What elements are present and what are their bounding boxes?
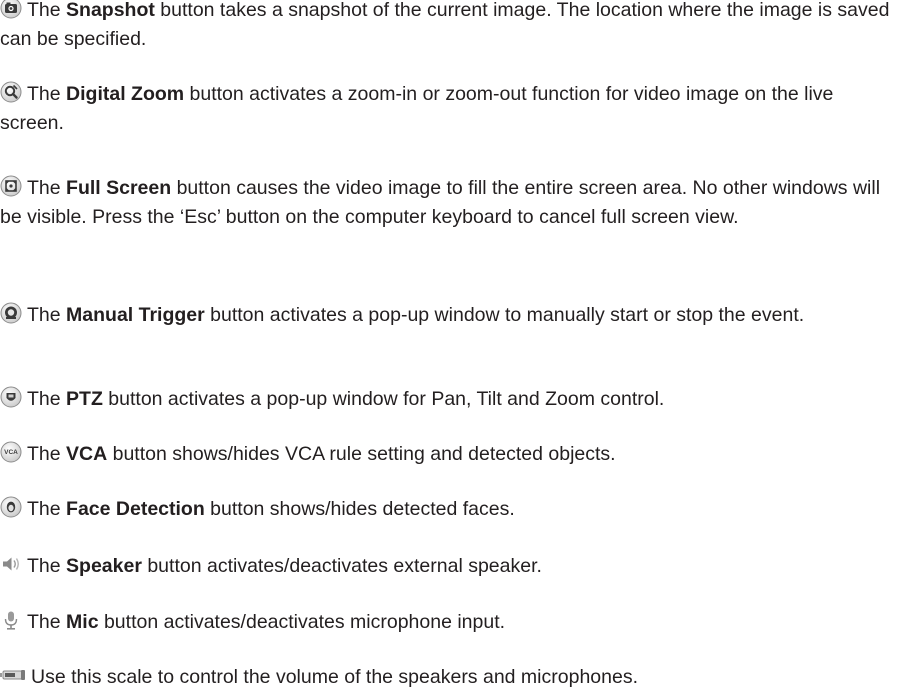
button-name: Full Screen: [66, 177, 172, 199]
manual-trigger-icon: [0, 302, 22, 324]
entry-full-screen: The Full Screen button causes the video …: [0, 175, 881, 228]
button-name: Face Detection: [66, 498, 205, 520]
entry-digital-zoom: The Digital Zoom button activates a zoom…: [0, 81, 834, 134]
entry-snapshot: The Snapshot button takes a snapshot of …: [0, 0, 890, 54]
face-detection-icon: [0, 496, 22, 518]
vca-icon: VCA: [0, 441, 22, 463]
button-name: VCA: [66, 443, 108, 465]
entry-ptz: The PTZ button activates a pop-up window…: [0, 385, 890, 414]
volume-scale-icon: [0, 664, 26, 686]
svg-text:VCA: VCA: [4, 449, 18, 456]
digital-zoom-icon: [0, 81, 22, 103]
button-name: Digital Zoom: [66, 83, 185, 105]
button-name: Snapshot: [66, 0, 155, 21]
button-name: PTZ: [66, 388, 103, 410]
button-name: Manual Trigger: [66, 304, 205, 326]
ptz-icon: [0, 386, 22, 408]
mic-icon: [0, 609, 22, 631]
entry-mic: The Mic button activates/deactivates mic…: [0, 608, 890, 637]
entry-speaker: The Speaker button activates/deactivates…: [0, 552, 890, 581]
speaker-icon: [0, 553, 22, 575]
button-name: Speaker: [66, 555, 142, 577]
snapshot-icon: [0, 0, 22, 19]
entry-volume-scale: Use this scale to control the volume of …: [0, 663, 890, 692]
entry-face-detection: The Face Detection button shows/hides de…: [0, 495, 890, 524]
entry-vca: VCA The VCA button shows/hides VCA rule …: [0, 440, 890, 469]
entry-manual-trigger: The Manual Trigger button activates a po…: [0, 301, 890, 330]
full-screen-icon: [0, 175, 22, 197]
button-descriptions: The Snapshot button takes a snapshot of …: [0, 0, 899, 699]
button-name: Mic: [66, 611, 99, 633]
